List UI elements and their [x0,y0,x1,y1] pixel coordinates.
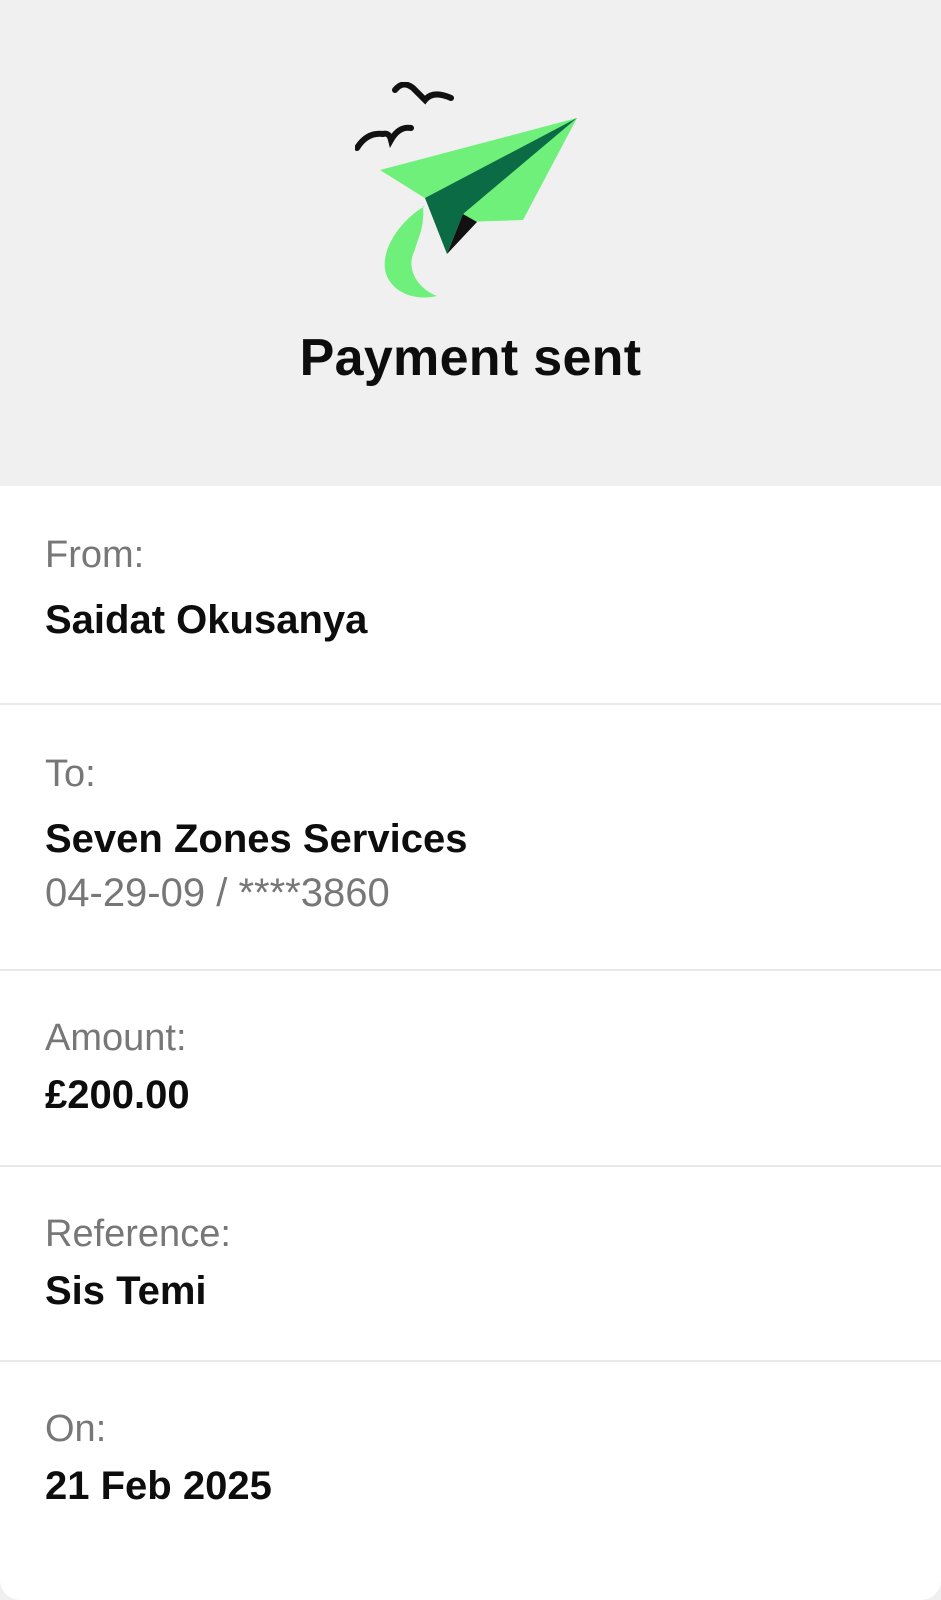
reference-value: Sis Temi [45,1269,207,1313]
card-bottom [0,1580,941,1600]
from-label: From: [45,534,145,576]
reference-label: Reference: [45,1213,231,1255]
swoosh-icon [384,206,437,298]
to-value: Seven Zones Services [45,817,468,861]
confirmation-header: Payment sent [0,0,941,486]
to-section: To: Seven Zones Services 04-29-09 / ****… [0,705,941,971]
bird-icon [355,124,414,151]
from-value: Saidat Okusanya [45,598,368,642]
bird-icon [392,82,454,105]
paper-plane-icon [355,82,577,298]
page-title: Payment sent [299,329,642,387]
to-account-number: 04-29-09 / ****3860 [45,871,390,915]
amount-label: Amount: [45,1017,187,1059]
payment-confirmation-screen: Payment sent From: Saidat Okusanya To: S… [0,0,941,1600]
date-label: On: [45,1408,107,1450]
date-value: 21 Feb 2025 [45,1464,272,1508]
amount-section: Amount: £200.00 [0,971,941,1167]
date-section: On: 21 Feb 2025 [0,1362,941,1580]
amount-value: £200.00 [45,1073,190,1117]
reference-section: Reference: Sis Temi [0,1167,941,1362]
to-label: To: [45,753,96,795]
from-section: From: Saidat Okusanya [0,486,941,705]
